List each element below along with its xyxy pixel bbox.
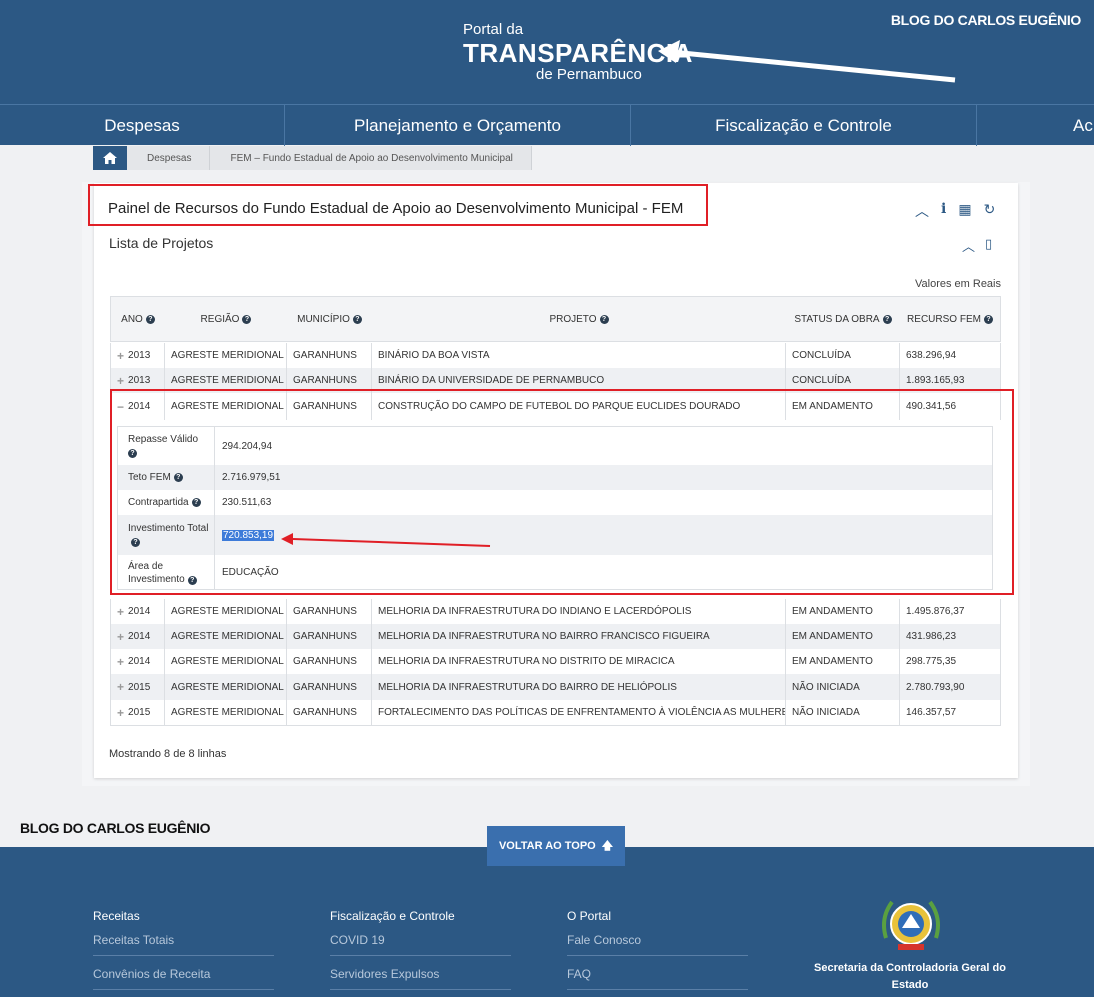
footer-link[interactable]: Receitas Totais	[93, 933, 274, 956]
detail-row: Teto FEM? 2.716.979,51	[118, 465, 992, 490]
expand-icon[interactable]: +	[117, 680, 124, 694]
help-icon[interactable]: ?	[145, 314, 155, 324]
breadcrumb: Despesas FEM – Fundo Estadual de Apoio a…	[93, 146, 532, 170]
footer-link[interactable]: Convênios de Receita	[93, 967, 274, 990]
help-icon[interactable]: ?	[983, 314, 993, 324]
agency-name: Secretaria da Controladoria Geral do Est…	[814, 962, 1006, 991]
logo-title[interactable]: TRANSPARÊNCIA	[463, 38, 693, 69]
col-ano[interactable]: ANO?	[111, 297, 165, 341]
help-icon[interactable]: ?	[242, 314, 252, 324]
detail-row: Área de Investimento? EDUCAÇÃO	[118, 555, 992, 590]
breadcrumb-despesas[interactable]: Despesas	[127, 146, 211, 170]
table-row[interactable]: +2015 AGRESTE MERIDIONAL GARANHUNS FORTA…	[110, 700, 1001, 726]
footer-link[interactable]: Servidores Expulsos	[330, 967, 511, 990]
watermark-bottom: BLOG DO CARLOS EUGÊNIO	[20, 820, 211, 836]
detail-row: Investimento Total? 720.853,19	[118, 515, 992, 555]
help-icon[interactable]: ?	[882, 314, 892, 324]
footer-col-portal: O Portal Fale Conosco FAQ	[567, 909, 748, 997]
selected-value[interactable]: 720.853,19	[222, 529, 275, 541]
footer-link[interactable]: FAQ	[567, 967, 748, 990]
logo-line-3[interactable]: de Pernambuco	[536, 66, 642, 83]
row-count: Mostrando 8 de 8 linhas	[109, 748, 227, 760]
help-icon[interactable]: ?	[131, 538, 140, 547]
expand-icon[interactable]: +	[117, 630, 124, 644]
help-icon[interactable]: ?	[173, 473, 183, 482]
panel-title: Painel de Recursos do Fundo Estadual de …	[108, 200, 684, 217]
expand-icon[interactable]: +	[117, 706, 124, 720]
table-icon[interactable]: ▦	[958, 201, 971, 221]
footer-link[interactable]: Fale Conosco	[567, 933, 748, 956]
info-icon[interactable]: i	[941, 201, 946, 221]
chevron-up-icon[interactable]: ︿	[962, 236, 975, 255]
collapse-icon[interactable]: −	[117, 400, 124, 414]
row-detail: Repasse Válido? 294.204,94 Teto FEM? 2.7…	[117, 426, 993, 590]
table-row[interactable]: +2014 AGRESTE MERIDIONAL GARANHUNS MELHO…	[110, 649, 1001, 674]
nav-item-planejamento[interactable]: Planejamento e Orçamento	[285, 105, 631, 146]
chevron-up-icon[interactable]: ︿	[915, 201, 929, 221]
panel-toolbar: ︿ i ▦ ↻	[915, 201, 995, 221]
col-projeto[interactable]: PROJETO?	[372, 297, 786, 341]
footer-col-receitas: Receitas Receitas Totais Convênios de Re…	[93, 909, 274, 997]
home-icon[interactable]	[93, 146, 127, 170]
table-header: ANO? REGIÃO? MUNICÍPIO? PROJETO? STATUS …	[110, 296, 1001, 342]
expand-icon[interactable]: +	[117, 655, 124, 669]
expand-icon[interactable]: +	[117, 349, 124, 363]
nav-item-despesas[interactable]: Despesas	[0, 105, 285, 146]
help-icon[interactable]: ?	[191, 498, 201, 507]
site-header: Portal da TRANSPARÊNCIA de Pernambuco BL…	[0, 0, 1094, 104]
help-icon[interactable]: ?	[599, 314, 609, 324]
main-nav: Despesas Planejamento e Orçamento Fiscal…	[0, 104, 1094, 146]
state-seal-icon	[882, 900, 940, 950]
col-status[interactable]: STATUS DA OBRA?	[786, 297, 900, 341]
footer-link[interactable]: COVID 19	[330, 933, 511, 956]
detail-row: Repasse Válido? 294.204,94	[118, 427, 992, 465]
table-row[interactable]: +2015 AGRESTE MERIDIONAL GARANHUNS MELHO…	[110, 674, 1001, 700]
breadcrumb-fem[interactable]: FEM – Fundo Estadual de Apoio ao Desenvo…	[210, 146, 532, 170]
excel-export-icon[interactable]: ▯	[985, 236, 992, 255]
col-municipio[interactable]: MUNICÍPIO?	[287, 297, 372, 341]
table-row[interactable]: +2014 AGRESTE MERIDIONAL GARANHUNS MELHO…	[110, 624, 1001, 649]
back-to-top-button[interactable]: VOLTAR AO TOPO 🡅	[487, 826, 625, 866]
list-toolbar: ︿ ▯	[962, 236, 992, 255]
footer-col-fiscalizacao: Fiscalização e Controle COVID 19 Servido…	[330, 909, 511, 997]
help-icon[interactable]: ?	[352, 314, 362, 324]
help-icon[interactable]: ?	[187, 575, 197, 585]
table-row[interactable]: +2013 AGRESTE MERIDIONAL GARANHUNS BINÁR…	[110, 343, 1001, 368]
help-icon[interactable]: ?	[128, 449, 137, 458]
detail-row: Contrapartida? 230.511,63	[118, 490, 992, 515]
units-note: Valores em Reais	[915, 278, 1001, 290]
logo-line-1[interactable]: Portal da	[463, 21, 523, 38]
table-row-expanded[interactable]: −2014 AGRESTE MERIDIONAL GARANHUNS CONST…	[110, 393, 1001, 420]
watermark-top: BLOG DO CARLOS EUGÊNIO	[890, 12, 1081, 28]
expand-icon[interactable]: +	[117, 605, 124, 619]
expand-icon[interactable]: +	[117, 374, 124, 388]
table-row[interactable]: +2014 AGRESTE MERIDIONAL GARANHUNS MELHO…	[110, 599, 1001, 624]
table-row[interactable]: +2013 AGRESTE MERIDIONAL GARANHUNS BINÁR…	[110, 368, 1001, 393]
refresh-icon[interactable]: ↻	[984, 201, 996, 221]
col-recurso[interactable]: RECURSO FEM?	[900, 297, 1000, 341]
nav-item-fiscalizacao[interactable]: Fiscalização e Controle	[631, 105, 977, 146]
arrow-up-icon: 🡅	[601, 839, 614, 852]
list-title: Lista de Projetos	[109, 235, 214, 251]
nav-item-acesso[interactable]: Ac	[977, 105, 1094, 146]
col-regiao[interactable]: REGIÃO?	[165, 297, 287, 341]
